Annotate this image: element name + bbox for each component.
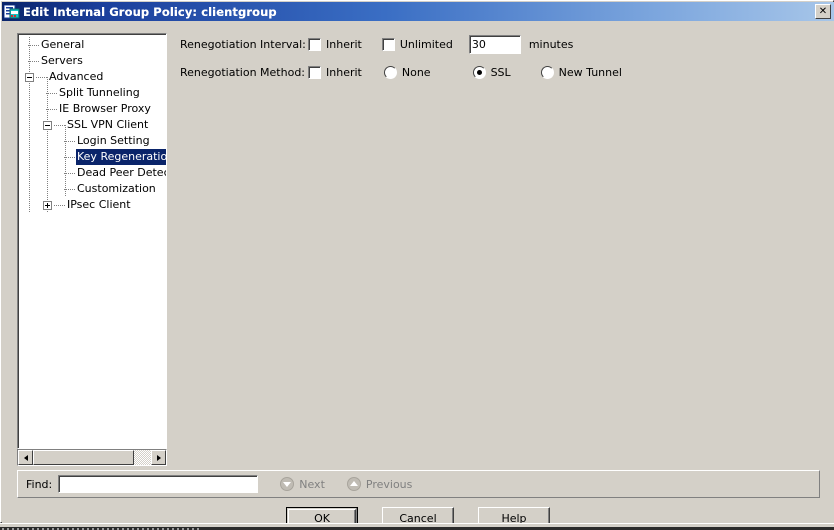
dialog-window: Edit Internal Group Policy: clientgroup … [0, 0, 834, 530]
interval-unit-label: minutes [528, 37, 574, 51]
find-previous-label: Previous [365, 477, 413, 491]
tree-item-label: SSL VPN Client [67, 118, 149, 131]
app-policy-icon [3, 4, 20, 19]
interval-unlimited-label: Unlimited [399, 37, 453, 51]
scrollbar-track[interactable] [33, 450, 151, 465]
find-previous-button[interactable]: Previous [346, 477, 413, 491]
tree-item-ie-browser-proxy[interactable]: IE Browser Proxy [22, 101, 166, 117]
chevron-up-icon [346, 477, 361, 491]
tree-connector-icon [52, 117, 66, 133]
tree-connector-icon [62, 133, 76, 149]
checkbox-box[interactable] [308, 37, 321, 51]
tree-item-label: Split Tunneling [59, 86, 140, 99]
renegotiation-interval-label: Renegotiation Interval: [180, 37, 306, 51]
checkbox-box[interactable] [381, 37, 395, 51]
find-label: Find: [26, 477, 53, 491]
method-radio-none[interactable]: None [383, 65, 431, 79]
method-inherit-label: Inherit [326, 65, 362, 79]
tree-item-label: Dead Peer Detection [77, 166, 166, 179]
find-input[interactable] [58, 475, 259, 493]
close-icon[interactable]: ✕ [815, 4, 831, 19]
tree-connector-icon [62, 165, 76, 181]
tree-item-key-regeneration[interactable]: Key Regeneration [22, 149, 166, 165]
method-none-label: None [401, 65, 431, 79]
title-bar[interactable]: Edit Internal Group Policy: clientgroup … [2, 2, 834, 21]
tree-item-ssl-vpn-client[interactable]: SSL VPN Client [22, 117, 166, 133]
tree-item-label: Advanced [49, 70, 104, 83]
settings-pane: Renegotiation Interval: Inherit Unlimite… [180, 33, 820, 466]
tree-connector-icon [52, 197, 66, 213]
interval-inherit-label: Inherit [326, 37, 362, 51]
tree-connector-icon [62, 149, 76, 165]
tree-connector-icon [62, 181, 76, 197]
scroll-left-icon[interactable] [18, 450, 33, 465]
tree-item-label: General [41, 38, 85, 51]
tree-node-list: General Servers Advanced Split Tunneling… [22, 37, 166, 213]
collapse-minus-icon[interactable] [25, 72, 34, 82]
expand-plus-icon[interactable] [43, 200, 52, 210]
method-radio-new-tunnel[interactable]: New Tunnel [540, 65, 622, 79]
tree-item-advanced[interactable]: Advanced [22, 69, 166, 85]
tree-connector-icon [26, 37, 40, 53]
tree-connector-icon [34, 69, 48, 85]
radio-circle[interactable] [540, 65, 554, 79]
method-inherit-checkbox[interactable]: Inherit [308, 65, 362, 79]
tree-item-login-setting[interactable]: Login Setting [22, 133, 166, 149]
checkbox-box[interactable] [308, 65, 321, 79]
tree-item-general[interactable]: General [22, 37, 166, 53]
chevron-down-icon [280, 477, 295, 491]
tree-item-label: Key Regeneration [76, 149, 166, 165]
renegotiation-method-row: Renegotiation Method: Inherit None SSL N… [180, 61, 820, 83]
tree-item-label: Servers [41, 54, 83, 67]
navigation-tree-viewport: General Servers Advanced Split Tunneling… [18, 34, 166, 448]
tree-connector-icon [44, 101, 58, 117]
interval-unlimited-checkbox[interactable]: Unlimited [381, 37, 453, 51]
tree-connector-icon [44, 85, 58, 101]
renegotiation-method-label: Renegotiation Method: [180, 65, 306, 79]
tree-item-label: Login Setting [77, 134, 150, 147]
interval-inherit-checkbox[interactable]: Inherit [308, 37, 362, 51]
tree-item-ipsec-client[interactable]: IPsec Client [22, 197, 166, 213]
tree-item-dead-peer-detection[interactable]: Dead Peer Detection [22, 165, 166, 181]
method-ssl-label: SSL [490, 65, 511, 79]
method-radio-ssl[interactable]: SSL [472, 65, 511, 79]
radio-circle[interactable] [383, 65, 397, 79]
find-next-button[interactable]: Next [280, 477, 325, 491]
tree-connector-icon [26, 53, 40, 69]
tree-item-customization[interactable]: Customization [22, 181, 166, 197]
tree-item-split-tunneling[interactable]: Split Tunneling [22, 85, 166, 101]
tree-item-label: Customization [77, 182, 156, 195]
tree-horizontal-scrollbar[interactable] [17, 449, 167, 466]
method-new-tunnel-label: New Tunnel [558, 65, 622, 79]
scroll-right-icon[interactable] [151, 450, 166, 465]
collapse-minus-icon[interactable] [43, 120, 52, 130]
find-next-label: Next [299, 477, 325, 491]
tree-item-label: IPsec Client [67, 198, 131, 211]
navigation-tree[interactable]: General Servers Advanced Split Tunneling… [17, 33, 167, 449]
find-bar: Find: Next Previous [17, 470, 820, 498]
client-area: General Servers Advanced Split Tunneling… [2, 21, 834, 530]
renegotiation-interval-row: Renegotiation Interval: Inherit Unlimite… [180, 33, 820, 55]
tree-item-servers[interactable]: Servers [22, 53, 166, 69]
radio-circle-selected[interactable] [472, 65, 486, 79]
window-title: Edit Internal Group Policy: clientgroup [23, 4, 277, 19]
scrollbar-thumb[interactable] [33, 450, 135, 465]
tree-item-label: IE Browser Proxy [59, 102, 151, 115]
renegotiation-interval-input[interactable] [468, 34, 521, 54]
